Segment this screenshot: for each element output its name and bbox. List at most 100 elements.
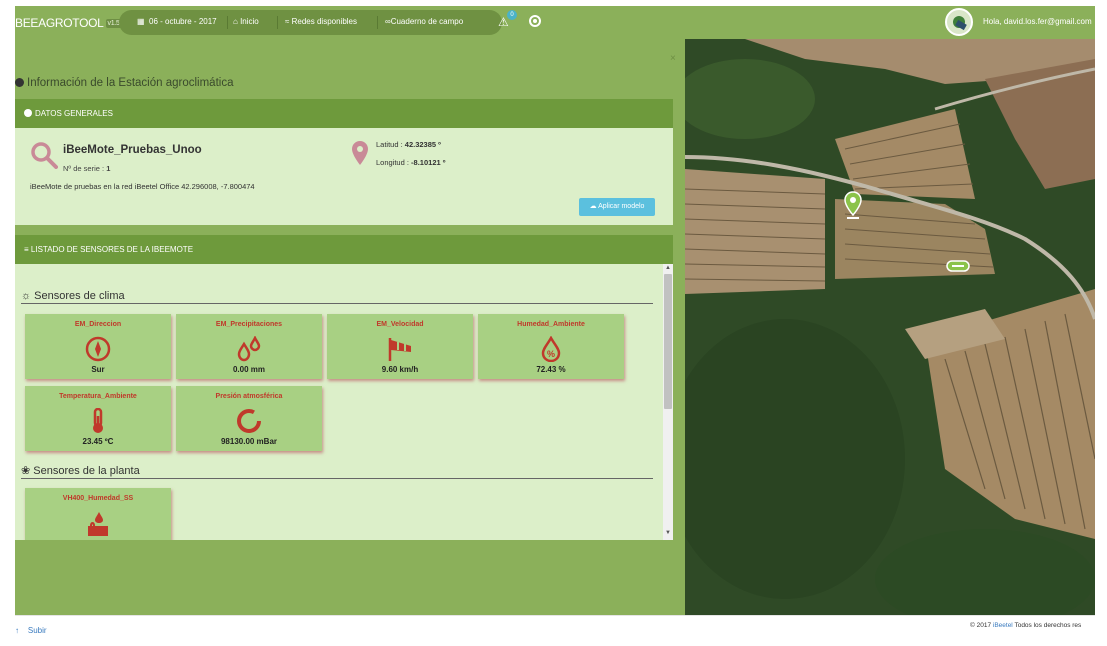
field-notebook-label: Cuaderno de campo (390, 17, 464, 26)
scroll-up-icon[interactable]: ▲ (665, 265, 671, 271)
brand-logo[interactable]: BEEAGROTOOL v1.5 (15, 16, 122, 30)
thermometer-icon (93, 408, 103, 433)
sensor-value: Sur (91, 365, 105, 374)
climate-title-text: Sensores de clima (34, 290, 125, 302)
serial-label: Nº de serie : (63, 164, 105, 173)
nav-field-notebook-link[interactable]: ∞Cuaderno de campo (385, 17, 463, 26)
panel-title-text: Información de la Estación agroclimática (27, 77, 234, 89)
sensor-name: EM_Direccion (74, 321, 122, 328)
latitude-value: 42.32385 º (404, 140, 441, 149)
sensor-name: EM_Velocidad (376, 321, 424, 328)
top-navbar: BEEAGROTOOL v1.5 ▦ 06 - octubre - 2017 ⌂ … (15, 6, 1095, 39)
sensor-name: Presión atmosférica (215, 393, 283, 400)
date-picker-button[interactable]: ▦ 06 - octubre - 2017 (137, 17, 217, 26)
soil-moisture-icon (88, 512, 108, 536)
sensors-scrollbar[interactable]: ▲ ▼ (663, 264, 673, 540)
climate-group-title: ☼ Sensores de clima (21, 290, 125, 302)
search-icon (31, 142, 58, 169)
divider (21, 303, 653, 304)
scroll-top-link[interactable]: ↑ Subir (15, 626, 47, 635)
sensor-name: Humedad_Ambiente (517, 321, 585, 328)
sensors-list-card: ☼ Sensores de clima EM_Direccion Sur EM_… (15, 264, 673, 540)
sun-icon: ☼ (21, 290, 32, 302)
latitude: Latitud : 42.32385 º (376, 140, 441, 149)
info-circle-icon (24, 109, 32, 117)
sensor-value: 9.60 km/h (381, 365, 419, 374)
calendar-icon: ▦ (137, 17, 145, 26)
copyright-suffix: Todos los derechos res (1014, 622, 1082, 629)
general-header-label: DATOS GENERALES (35, 109, 113, 118)
date-label: 06 - octubre - 2017 (149, 17, 217, 26)
station-description: iBeeMote de pruebas en la red iBeetel Of… (30, 182, 255, 191)
home-label: Inicio (240, 17, 259, 26)
longitude-value: -8.10121 º (411, 158, 446, 167)
scroll-down-icon[interactable]: ▼ (665, 530, 671, 536)
pressure-gauge-icon (237, 409, 261, 433)
sensors-list-header: ≡ LISTADO DE SENSORES DE LA IBEEMOTE (15, 235, 673, 264)
apply-model-button[interactable]: ☁ Aplicar modelo (579, 198, 655, 216)
close-panel-icon[interactable]: × (670, 53, 676, 64)
apply-model-label: Aplicar modelo (598, 203, 645, 210)
nav-networks-link[interactable]: ≈ Redes disponibles (285, 17, 357, 26)
longitude-label: Longitud : (376, 158, 409, 167)
svg-text:%: % (547, 349, 555, 359)
raindrops-icon (237, 336, 261, 362)
scroll-thumb[interactable] (664, 274, 672, 409)
sensor-name: EM_Precipitaciones (215, 321, 283, 328)
copyright-prefix: © 2017 (970, 622, 992, 629)
station-name: iBeeMote_Pruebas_Unoo (63, 144, 202, 156)
wifi-icon: ≈ (285, 17, 290, 26)
brand-name: BEEAGROTOOL (15, 16, 104, 30)
humidity-drop-icon: % (541, 336, 561, 362)
nav-divider (377, 16, 378, 29)
sensor-name: VH400_Humedad_SS (62, 495, 134, 502)
sensor-tile-wind-speed[interactable]: EM_Velocidad 9.60 km/h (327, 314, 473, 379)
sensor-tile-soil-moisture[interactable]: VH400_Humedad_SS (25, 488, 171, 540)
sensor-value: 98130.00 mBar (220, 437, 278, 446)
latitude-label: Latitud : (376, 140, 403, 149)
cloud-upload-icon: ☁ (589, 203, 597, 210)
nav-pill: ▦ 06 - octubre - 2017 ⌂ Inicio ≈ Redes d… (119, 10, 502, 35)
location-target-icon[interactable] (529, 15, 541, 27)
nav-home-link[interactable]: ⌂ Inicio (233, 17, 259, 26)
divider (21, 478, 653, 479)
plant-title-text: Sensores de la planta (33, 465, 140, 477)
serial-number: Nº de serie : 1 (63, 164, 110, 173)
sensor-value: 0.00 mm (232, 365, 266, 374)
app-root: BEEAGROTOOL v1.5 ▦ 06 - octubre - 2017 ⌂ … (0, 0, 1107, 646)
scroll-top-label: Subir (27, 626, 47, 635)
leaf-icon: ❀ (21, 465, 31, 477)
company-link[interactable]: iBeetel (993, 622, 1013, 629)
sensor-tile-precipitation[interactable]: EM_Precipitaciones 0.00 mm (176, 314, 322, 379)
sensors-header-label: LISTADO DE SENSORES DE LA IBEEMOTE (30, 245, 194, 254)
arrow-up-icon: ↑ (15, 626, 19, 635)
sensor-tile-pressure[interactable]: Presión atmosférica 98130.00 mBar (176, 386, 322, 451)
nav-divider (227, 16, 228, 29)
sensor-value: 72.43 % (536, 365, 566, 374)
copyright: © 2017 iBeetel Todos los derechos res (970, 622, 1081, 629)
compass-icon (85, 336, 111, 362)
panel-title: Información de la Estación agroclimática (15, 77, 233, 89)
networks-label: Redes disponibles (291, 17, 357, 26)
info-icon (15, 78, 24, 87)
sensor-tile-humidity[interactable]: Humedad_Ambiente % 72.43 % (478, 314, 624, 379)
avatar[interactable] (945, 8, 973, 36)
longitude: Longitud : -8.10121 º (376, 158, 445, 167)
sensor-tile-direction[interactable]: EM_Direccion Sur (25, 314, 171, 379)
sensor-marker-icon (946, 260, 970, 272)
sensor-value: 23.45 ºC (82, 437, 114, 446)
sensor-tile-temperature[interactable]: Temperatura_Ambiente 23.45 ºC (25, 386, 171, 451)
sensor-name: Temperatura_Ambiente (59, 393, 137, 400)
map-marker-icon (352, 141, 368, 165)
alert-count-badge: 0 (507, 10, 517, 20)
plant-group-title: ❀ Sensores de la planta (21, 464, 140, 477)
windsock-icon (388, 338, 411, 361)
home-icon: ⌂ (233, 17, 238, 26)
general-data-header: DATOS GENERALES (15, 99, 673, 128)
map-imagery (685, 39, 1095, 615)
satellite-map[interactable] (685, 39, 1095, 615)
user-greeting[interactable]: Hola, david.los.fer@gmail.com (983, 17, 1092, 26)
footer: ↑ Subir © 2017 iBeetel Todos los derecho… (15, 615, 1095, 646)
serial-value: 1 (106, 164, 111, 173)
list-icon: ≡ (24, 245, 29, 254)
